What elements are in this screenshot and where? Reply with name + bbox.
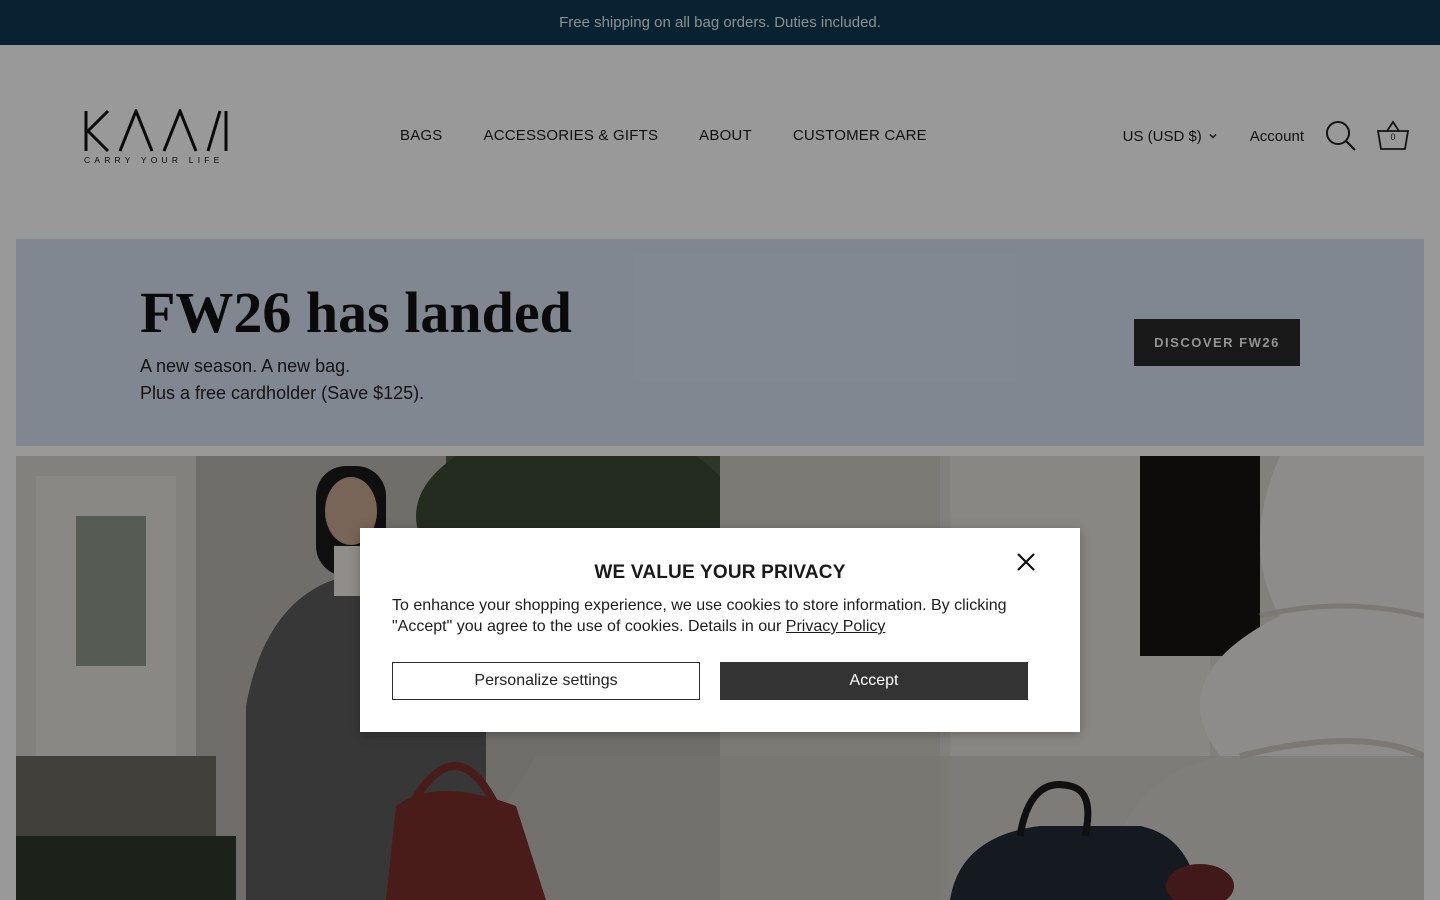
personalize-settings-button[interactable]: Personalize settings [392,662,700,700]
cookie-description: To enhance your shopping experience, we … [392,595,1042,637]
close-button[interactable] [1014,550,1038,574]
cookie-title: WE VALUE YOUR PRIVACY [594,562,846,583]
accept-button[interactable]: Accept [720,662,1028,700]
modal-overlay[interactable] [0,0,1440,900]
privacy-policy-link[interactable]: Privacy Policy [786,618,886,635]
cookie-consent-dialog: WE VALUE YOUR PRIVACY To enhance your sh… [360,528,1080,732]
close-icon [1017,553,1035,571]
cookie-text: To enhance your shopping experience, we … [392,597,1007,635]
